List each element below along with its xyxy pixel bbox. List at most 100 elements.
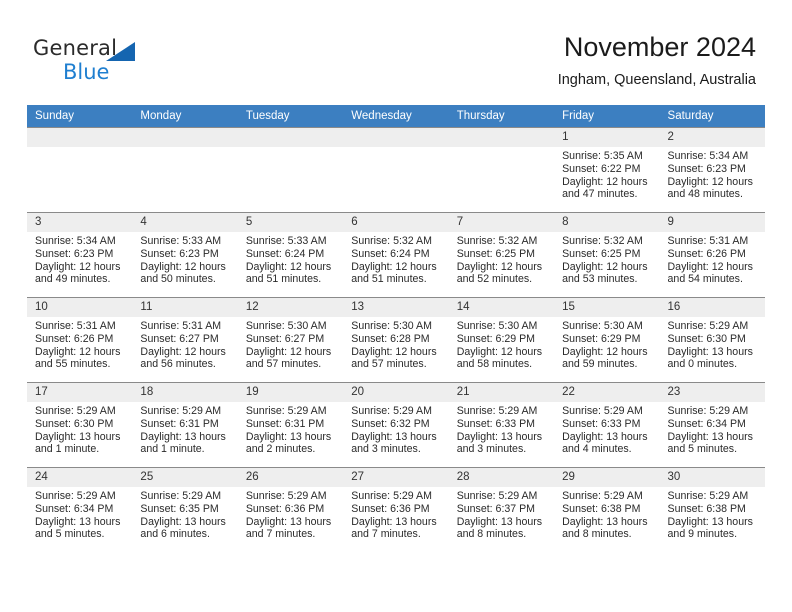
day-details: Sunrise: 5:34 AM Sunset: 6:23 PM Daylight:… bbox=[660, 147, 765, 201]
sunrise-text: Sunrise: 5:29 AM bbox=[245, 405, 327, 417]
weekday-header-wednesday: Wednesday bbox=[343, 105, 449, 128]
calendar-day-cell[interactable]: 27 Sunrise: 5:29 AM Sunset: 6:36 PM Dayligh… bbox=[343, 467, 449, 552]
calendar-day-cell[interactable]: 6 Sunrise: 5:32 AM Sunset: 6:24 PM Daylight… bbox=[343, 212, 449, 298]
sunrise-text: Sunrise: 5:29 AM bbox=[667, 405, 749, 417]
calendar-day-cell[interactable]: 28 Sunrise: 5:29 AM Sunset: 6:37 PM Dayligh… bbox=[448, 467, 555, 552]
day-details: Sunrise: 5:29 AM Sunset: 6:38 PM Daylight:… bbox=[554, 487, 659, 541]
day-details: Sunrise: 5:29 AM Sunset: 6:31 PM Daylight:… bbox=[132, 402, 237, 456]
sunset-text: Sunset: 6:23 PM bbox=[140, 247, 219, 260]
sunset-text: Sunset: 6:25 PM bbox=[562, 247, 641, 260]
sunset-text: Sunset: 6:33 PM bbox=[562, 417, 641, 430]
calendar-day-cell[interactable]: 23 Sunrise: 5:29 AM Sunset: 6:34 PM Dayligh… bbox=[659, 382, 765, 468]
calendar-day-cell[interactable]: 1 Sunrise: 5:35 AM Sunset: 6:22 PM Daylight… bbox=[554, 127, 660, 213]
calendar-day-cell[interactable]: 3 Sunrise: 5:34 AM Sunset: 6:23 PM Daylight… bbox=[27, 212, 133, 298]
calendar-week-row: 10 Sunrise: 5:31 AM Sunset: 6:26 PM Dayligh… bbox=[27, 297, 765, 383]
day-number: 22 bbox=[554, 383, 660, 402]
day-number: 4 bbox=[132, 213, 238, 232]
calendar-week-row: 1 Sunrise: 5:35 AM Sunset: 6:22 PM Daylight… bbox=[27, 127, 765, 213]
sunrise-text: Sunrise: 5:32 AM bbox=[351, 235, 432, 247]
day-details: Sunrise: 5:29 AM Sunset: 6:30 PM Daylight:… bbox=[660, 317, 765, 371]
calendar-day-cell[interactable]: 21 Sunrise: 5:29 AM Sunset: 6:33 PM Dayligh… bbox=[448, 382, 555, 468]
sunset-text: Sunset: 6:23 PM bbox=[35, 247, 114, 260]
calendar-day-cell-empty bbox=[27, 127, 133, 213]
sunset-text: Sunset: 6:29 PM bbox=[562, 332, 641, 345]
sunset-text: Sunset: 6:31 PM bbox=[140, 417, 219, 430]
sunrise-text: Sunrise: 5:30 AM bbox=[562, 320, 643, 332]
calendar-day-cell[interactable]: 12 Sunrise: 5:30 AM Sunset: 6:27 PM Dayligh… bbox=[237, 297, 344, 383]
sunrise-text: Sunrise: 5:34 AM bbox=[667, 150, 749, 162]
day-details: Sunrise: 5:33 AM Sunset: 6:24 PM Daylight:… bbox=[238, 232, 343, 286]
sunrise-text: Sunrise: 5:31 AM bbox=[667, 235, 749, 247]
sunrise-text: Sunrise: 5:30 AM bbox=[351, 320, 432, 332]
day-number: 19 bbox=[237, 383, 344, 402]
daylight-text: Daylight: 12 hours and 56 minutes. bbox=[140, 345, 226, 371]
day-details: Sunrise: 5:32 AM Sunset: 6:24 PM Daylight:… bbox=[343, 232, 448, 286]
day-details: Sunrise: 5:29 AM Sunset: 6:38 PM Daylight:… bbox=[660, 487, 765, 541]
weekday-header-saturday: Saturday bbox=[659, 105, 765, 128]
calendar-day-cell[interactable]: 20 Sunrise: 5:29 AM Sunset: 6:32 PM Dayligh… bbox=[343, 382, 449, 468]
daylight-text: Daylight: 13 hours and 1 minute. bbox=[35, 430, 121, 456]
calendar-day-cell[interactable]: 2 Sunrise: 5:34 AM Sunset: 6:23 PM Daylight… bbox=[659, 127, 765, 213]
daylight-text: Daylight: 12 hours and 51 minutes. bbox=[351, 260, 437, 286]
calendar-day-cell[interactable]: 17 Sunrise: 5:29 AM Sunset: 6:30 PM Dayligh… bbox=[27, 382, 133, 468]
sunset-text: Sunset: 6:22 PM bbox=[562, 162, 641, 175]
calendar-day-cell-empty bbox=[448, 127, 555, 213]
sunset-text: Sunset: 6:30 PM bbox=[35, 417, 114, 430]
title-block: November 2024 Ingham, Queensland, Austra… bbox=[558, 30, 756, 89]
day-details: Sunrise: 5:29 AM Sunset: 6:34 PM Daylight:… bbox=[27, 487, 132, 541]
day-number: 17 bbox=[27, 383, 133, 402]
day-details: Sunrise: 5:31 AM Sunset: 6:26 PM Daylight:… bbox=[660, 232, 765, 286]
calendar-day-cell[interactable]: 16 Sunrise: 5:29 AM Sunset: 6:30 PM Dayligh… bbox=[659, 297, 765, 383]
calendar-day-cell[interactable]: 7 Sunrise: 5:32 AM Sunset: 6:25 PM Daylight… bbox=[448, 212, 555, 298]
sunset-text: Sunset: 6:33 PM bbox=[456, 417, 536, 430]
sunset-text: Sunset: 6:34 PM bbox=[35, 502, 114, 515]
logo-triangle-icon bbox=[106, 42, 135, 61]
month-calendar: Sunday Monday Tuesday Wednesday Thursday Frid… bbox=[27, 105, 765, 552]
calendar-day-cell[interactable]: 8 Sunrise: 5:32 AM Sunset: 6:25 PM Daylight… bbox=[554, 212, 660, 298]
sunrise-text: Sunrise: 5:29 AM bbox=[351, 490, 432, 502]
calendar-day-cell[interactable]: 25 Sunrise: 5:29 AM Sunset: 6:35 PM Dayligh… bbox=[132, 467, 238, 552]
page-subtitle: Ingham, Queensland, Australia bbox=[557, 72, 756, 88]
sunrise-text: Sunrise: 5:33 AM bbox=[140, 235, 222, 247]
calendar-day-cell[interactable]: 11 Sunrise: 5:31 AM Sunset: 6:27 PM Dayligh… bbox=[132, 297, 238, 383]
calendar-day-cell[interactable]: 26 Sunrise: 5:29 AM Sunset: 6:36 PM Dayligh… bbox=[237, 467, 344, 552]
calendar-day-cell[interactable]: 29 Sunrise: 5:29 AM Sunset: 6:38 PM Dayligh… bbox=[554, 467, 660, 552]
calendar-day-cell-empty bbox=[132, 127, 238, 213]
weekday-header-row: Sunday Monday Tuesday Wednesday Thursday Frid… bbox=[27, 105, 765, 128]
day-details: Sunrise: 5:30 AM Sunset: 6:29 PM Daylight:… bbox=[554, 317, 659, 371]
day-details: Sunrise: 5:29 AM Sunset: 6:36 PM Daylight:… bbox=[238, 487, 343, 541]
day-number bbox=[237, 128, 344, 147]
sunrise-text: Sunrise: 5:33 AM bbox=[245, 235, 327, 247]
day-number: 29 bbox=[554, 468, 660, 487]
daylight-text: Daylight: 12 hours and 58 minutes. bbox=[456, 345, 543, 371]
daylight-text: Daylight: 12 hours and 53 minutes. bbox=[562, 260, 648, 286]
sunset-text: Sunset: 6:34 PM bbox=[667, 417, 746, 430]
day-number: 23 bbox=[659, 383, 765, 402]
day-details: Sunrise: 5:29 AM Sunset: 6:34 PM Daylight:… bbox=[660, 402, 765, 456]
calendar-day-cell[interactable]: 15 Sunrise: 5:30 AM Sunset: 6:29 PM Dayligh… bbox=[554, 297, 660, 383]
calendar-day-cell[interactable]: 18 Sunrise: 5:29 AM Sunset: 6:31 PM Dayligh… bbox=[132, 382, 238, 468]
calendar-day-cell[interactable]: 30 Sunrise: 5:29 AM Sunset: 6:38 PM Dayligh… bbox=[659, 467, 765, 552]
daylight-text: Daylight: 13 hours and 2 minutes. bbox=[245, 430, 332, 456]
sunrise-text: Sunrise: 5:29 AM bbox=[35, 405, 116, 417]
calendar-day-cell[interactable]: 14 Sunrise: 5:30 AM Sunset: 6:29 PM Dayligh… bbox=[448, 297, 555, 383]
calendar-day-cell[interactable]: 5 Sunrise: 5:33 AM Sunset: 6:24 PM Daylight… bbox=[237, 212, 344, 298]
calendar-day-cell[interactable]: 22 Sunrise: 5:29 AM Sunset: 6:33 PM Dayligh… bbox=[554, 382, 660, 468]
day-details: Sunrise: 5:29 AM Sunset: 6:33 PM Daylight:… bbox=[554, 402, 659, 456]
daylight-text: Daylight: 12 hours and 47 minutes. bbox=[562, 175, 648, 201]
calendar-day-cell[interactable]: 24 Sunrise: 5:29 AM Sunset: 6:34 PM Dayligh… bbox=[27, 467, 133, 552]
weekday-header-monday: Monday bbox=[132, 105, 238, 128]
calendar-day-cell[interactable]: 13 Sunrise: 5:30 AM Sunset: 6:28 PM Dayligh… bbox=[343, 297, 449, 383]
calendar-day-cell[interactable]: 10 Sunrise: 5:31 AM Sunset: 6:26 PM Dayligh… bbox=[27, 297, 133, 383]
day-number: 6 bbox=[343, 213, 449, 232]
calendar-day-cell[interactable]: 19 Sunrise: 5:29 AM Sunset: 6:31 PM Dayligh… bbox=[237, 382, 344, 468]
daylight-text: Daylight: 13 hours and 6 minutes. bbox=[140, 515, 226, 541]
sunset-text: Sunset: 6:36 PM bbox=[245, 502, 325, 515]
calendar-day-cell[interactable]: 9 Sunrise: 5:31 AM Sunset: 6:26 PM Daylight… bbox=[659, 212, 765, 298]
calendar-week-row: 24 Sunrise: 5:29 AM Sunset: 6:34 PM Dayligh… bbox=[27, 467, 765, 552]
day-details: Sunrise: 5:30 AM Sunset: 6:27 PM Daylight:… bbox=[238, 317, 343, 371]
general-blue-logo[interactable]: General Blue bbox=[33, 36, 163, 88]
sunset-text: Sunset: 6:29 PM bbox=[456, 332, 536, 345]
calendar-day-cell[interactable]: 4 Sunrise: 5:33 AM Sunset: 6:23 PM Daylight… bbox=[132, 212, 238, 298]
calendar-body: 1 Sunrise: 5:35 AM Sunset: 6:22 PM Daylight… bbox=[27, 127, 765, 552]
